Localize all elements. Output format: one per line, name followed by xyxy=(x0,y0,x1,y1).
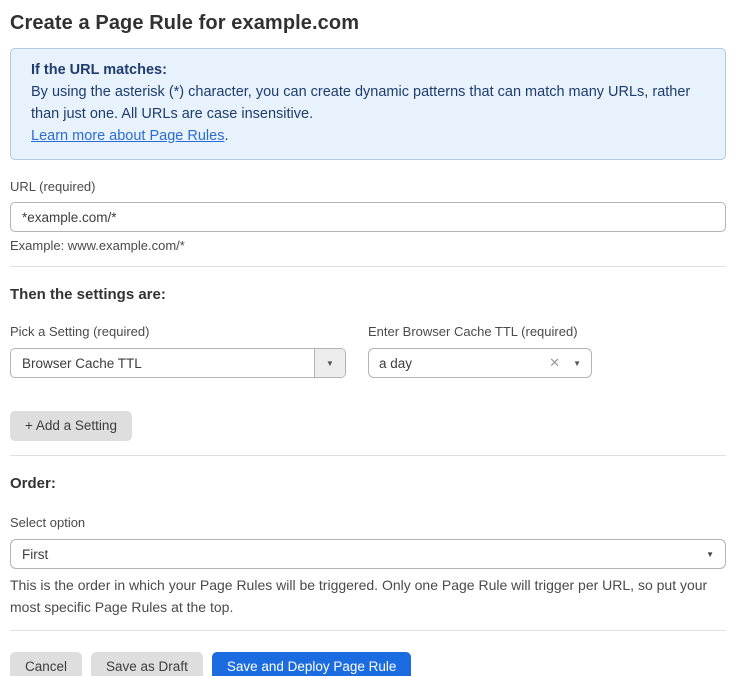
order-help-text: This is the order in which your Page Rul… xyxy=(10,574,726,618)
create-page-rule-form: Create a Page Rule for example.com If th… xyxy=(0,0,736,676)
divider xyxy=(10,630,726,631)
page-title: Create a Page Rule for example.com xyxy=(10,10,726,36)
form-actions: Cancel Save as Draft Save and Deploy Pag… xyxy=(10,652,726,676)
ttl-label: Enter Browser Cache TTL (required) xyxy=(368,324,592,340)
url-input[interactable] xyxy=(10,202,726,232)
divider xyxy=(10,455,726,456)
order-select-label: Select option xyxy=(10,515,726,531)
info-box-heading: If the URL matches: xyxy=(31,59,705,81)
settings-section-heading: Then the settings are: xyxy=(10,286,726,304)
info-box-link-line: Learn more about Page Rules. xyxy=(31,125,705,147)
pick-setting-field: Pick a Setting (required) Browser Cache … xyxy=(10,324,346,378)
url-field-label: URL (required) xyxy=(10,179,726,195)
url-example-hint: Example: www.example.com/* xyxy=(10,238,726,254)
order-section-heading: Order: xyxy=(10,475,726,493)
clear-icon[interactable]: ✕ xyxy=(549,355,560,371)
pick-setting-selected-value: Browser Cache TTL xyxy=(11,356,314,371)
order-select[interactable]: First ▼ xyxy=(10,539,726,569)
chevron-down-icon[interactable]: ▼ xyxy=(314,349,345,377)
order-selected-value: First xyxy=(22,547,706,562)
settings-row: Pick a Setting (required) Browser Cache … xyxy=(10,324,726,378)
link-suffix: . xyxy=(224,128,228,144)
save-as-draft-button[interactable]: Save as Draft xyxy=(91,652,203,676)
ttl-selected-value: a day xyxy=(379,356,549,371)
url-match-info-box: If the URL matches: By using the asteris… xyxy=(10,48,726,160)
pick-setting-label: Pick a Setting (required) xyxy=(10,324,346,340)
divider xyxy=(10,266,726,267)
save-and-deploy-button[interactable]: Save and Deploy Page Rule xyxy=(212,652,412,676)
add-setting-button[interactable]: + Add a Setting xyxy=(10,411,132,441)
info-box-body: By using the asterisk (*) character, you… xyxy=(31,81,705,125)
cancel-button[interactable]: Cancel xyxy=(10,652,82,676)
chevron-down-icon: ▼ xyxy=(573,359,581,368)
pick-setting-select[interactable]: Browser Cache TTL ▼ xyxy=(10,348,346,378)
ttl-select[interactable]: a day ✕ ▼ xyxy=(368,348,592,378)
ttl-field: Enter Browser Cache TTL (required) a day… xyxy=(368,324,592,378)
chevron-down-icon: ▼ xyxy=(706,550,714,559)
learn-more-link[interactable]: Learn more about Page Rules xyxy=(31,128,224,144)
